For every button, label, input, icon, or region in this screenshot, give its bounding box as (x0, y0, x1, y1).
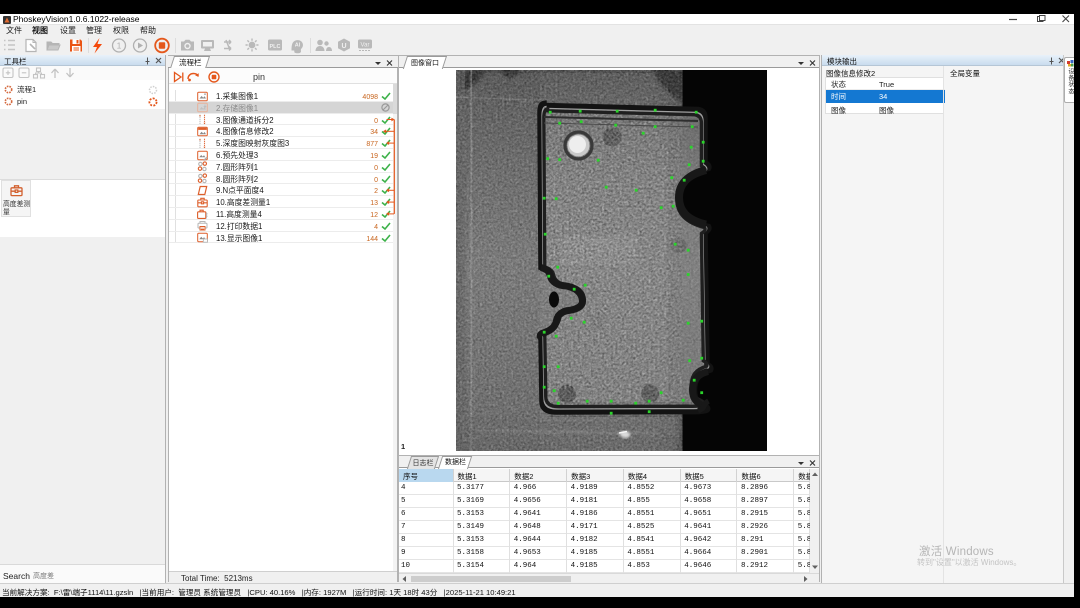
svg-text:1: 1 (117, 40, 122, 50)
svg-text:AI: AI (295, 42, 301, 48)
svg-text:U: U (341, 43, 346, 50)
svg-text:Var: Var (361, 42, 370, 48)
svg-text:PLC: PLC (270, 43, 281, 49)
